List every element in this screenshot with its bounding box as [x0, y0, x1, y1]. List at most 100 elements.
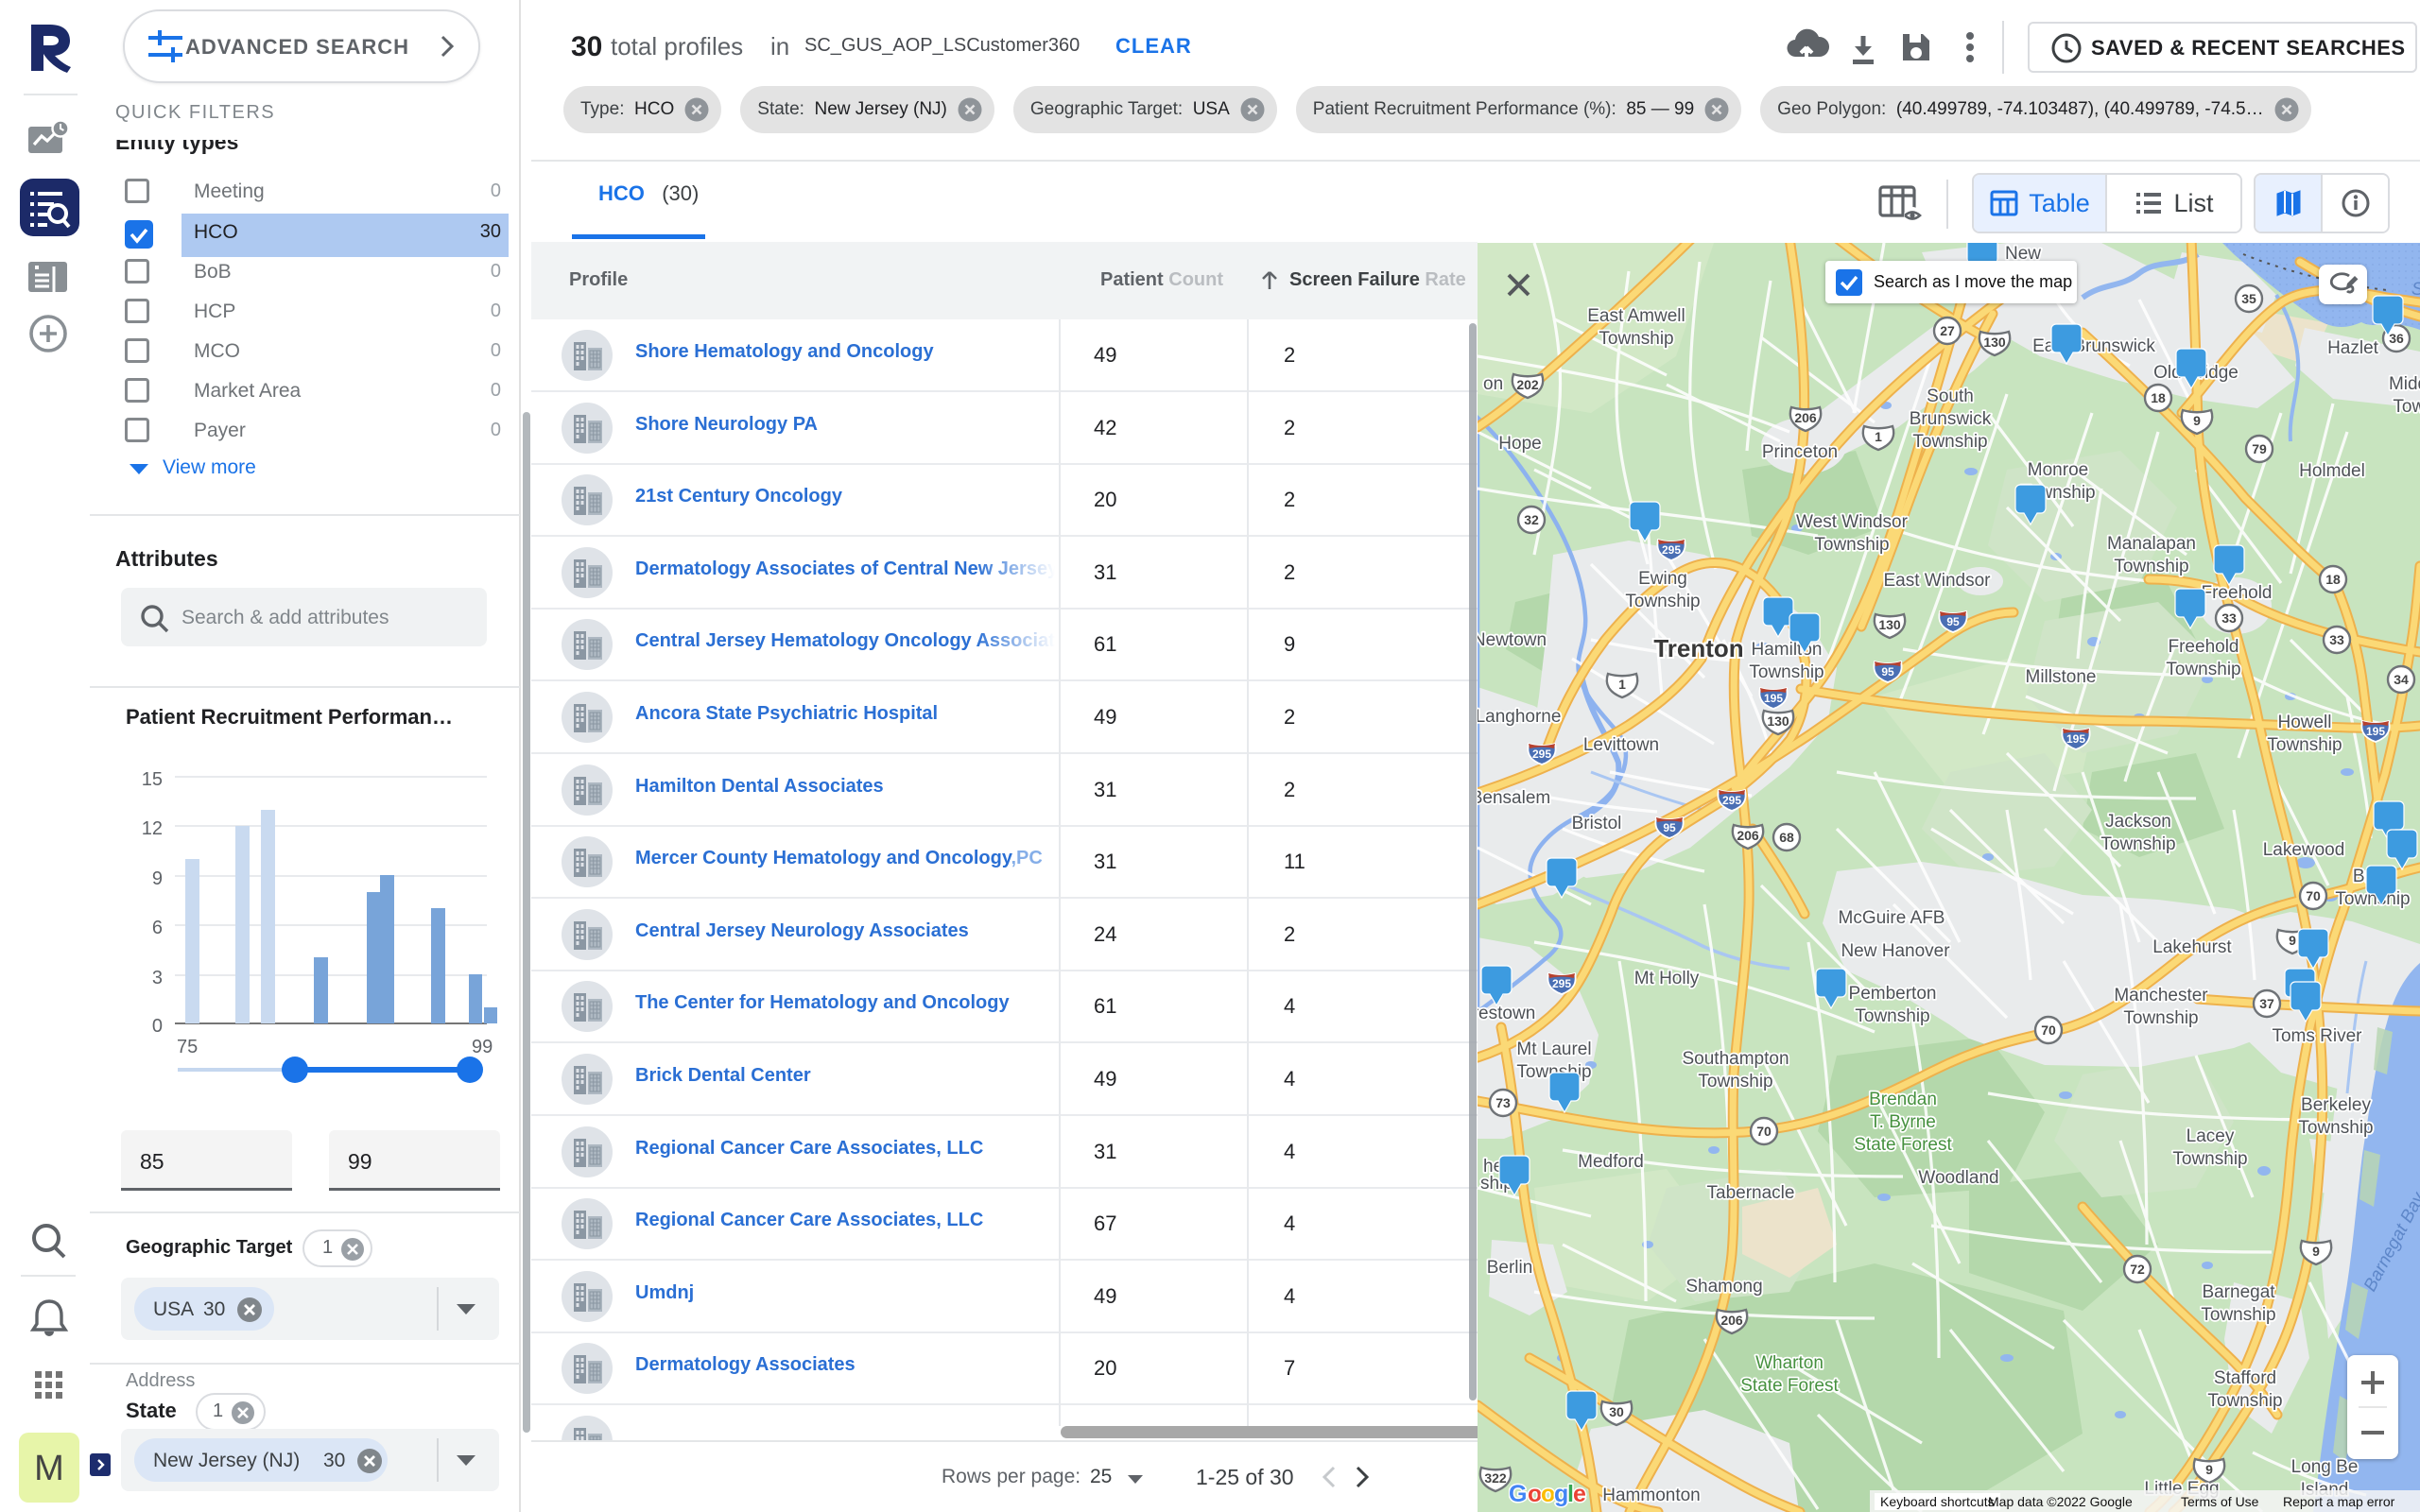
svg-text:Bensalem: Bensalem — [1478, 788, 1550, 808]
svg-text:195: 195 — [1764, 692, 1783, 705]
svg-text:322: 322 — [1484, 1470, 1507, 1486]
svg-text:Township: Township — [2166, 660, 2240, 679]
svg-text:State Forest: State Forest — [1740, 1376, 1839, 1396]
svg-text:Shamong: Shamong — [1685, 1277, 1762, 1297]
svg-text:Jackson: Jackson — [2105, 812, 2171, 832]
svg-text:New Hanover: New Hanover — [1841, 941, 1950, 961]
svg-text:Township: Township — [2172, 1149, 2247, 1169]
svg-text:130: 130 — [1767, 713, 1789, 729]
svg-text:Township: Township — [1625, 592, 1700, 611]
svg-text:30: 30 — [1609, 1404, 1624, 1419]
svg-text:on: on — [1483, 374, 1503, 394]
svg-text:Stafford: Stafford — [2214, 1368, 2276, 1388]
svg-text:95: 95 — [1663, 821, 1676, 834]
svg-text:70: 70 — [2041, 1022, 2056, 1038]
svg-text:Township: Township — [1912, 432, 1987, 452]
svg-text:9: 9 — [2289, 933, 2296, 948]
svg-text:Ewing: Ewing — [1638, 569, 1687, 589]
svg-text:Mt Holly: Mt Holly — [1634, 969, 1700, 988]
svg-text:Howell: Howell — [2277, 713, 2331, 732]
svg-text:South: South — [1927, 387, 1974, 406]
svg-text:State Forest: State Forest — [1854, 1135, 1952, 1155]
svg-text:Long Be: Long Be — [2291, 1457, 2359, 1477]
svg-text:18: 18 — [2325, 572, 2341, 587]
svg-text:Manalapan: Manalapan — [2107, 534, 2196, 554]
svg-text:Hazlet: Hazlet — [2327, 338, 2379, 358]
svg-text:Brendan: Brendan — [1869, 1090, 1937, 1109]
svg-text:Tabernacle: Tabernacle — [1707, 1183, 1795, 1203]
svg-text:Medford: Medford — [1578, 1152, 1644, 1172]
svg-text:Southampton: Southampton — [1682, 1049, 1789, 1069]
svg-text:Township: Township — [2114, 557, 2188, 576]
svg-text:9: 9 — [2193, 413, 2201, 428]
svg-text:Township: Township — [2123, 1008, 2198, 1028]
svg-text:Hope: Hope — [1498, 434, 1541, 454]
svg-text:Millstone: Millstone — [2026, 667, 2097, 687]
svg-text:295: 295 — [1532, 747, 1551, 761]
svg-text:Middletown: Middletown — [2389, 374, 2420, 394]
svg-text:34: 34 — [2394, 672, 2409, 687]
svg-text:G: G — [1509, 1481, 1527, 1507]
svg-text:East Windsor: East Windsor — [1884, 571, 1992, 591]
svg-text:Barnegat: Barnegat — [2202, 1282, 2275, 1302]
svg-text:72: 72 — [2130, 1262, 2145, 1277]
svg-text:Princeton: Princeton — [1762, 442, 1838, 462]
svg-text:Newtown: Newtown — [1478, 630, 1547, 650]
svg-text:206: 206 — [1720, 1313, 1743, 1328]
svg-text:32: 32 — [1524, 512, 1539, 527]
svg-text:6: 6 — [152, 918, 163, 938]
svg-text:Mt Laurel: Mt Laurel — [1516, 1040, 1591, 1059]
svg-text:Woodland: Woodland — [1918, 1168, 1998, 1188]
svg-text:9: 9 — [2312, 1244, 2320, 1259]
svg-text:M: M — [34, 1449, 64, 1488]
svg-text:1: 1 — [1875, 429, 1882, 444]
svg-text:West Windsor: West Windsor — [1796, 512, 1909, 532]
svg-text:79: 79 — [2252, 441, 2267, 456]
svg-text:9: 9 — [152, 868, 163, 889]
svg-text:Township: Township — [2393, 397, 2420, 417]
svg-text:Manchester: Manchester — [2114, 986, 2208, 1005]
svg-text:o: o — [1528, 1481, 1542, 1507]
svg-text:Lakewood: Lakewood — [2263, 840, 2345, 860]
svg-text:70: 70 — [1756, 1124, 1772, 1139]
svg-text:Wharton: Wharton — [1755, 1353, 1824, 1373]
svg-text:Pemberton: Pemberton — [1849, 984, 1937, 1004]
svg-text:202: 202 — [1516, 377, 1539, 392]
svg-text:Township: Township — [2298, 1118, 2373, 1138]
svg-text:0: 0 — [152, 1016, 163, 1037]
svg-text:g: g — [1554, 1481, 1568, 1507]
svg-text:Township: Township — [1855, 1006, 1929, 1026]
svg-text:206: 206 — [1794, 410, 1817, 425]
svg-text:295: 295 — [1662, 543, 1681, 557]
svg-text:295: 295 — [1552, 977, 1571, 990]
svg-text:36: 36 — [2389, 331, 2404, 346]
svg-text:27: 27 — [1940, 323, 1955, 338]
svg-text:Township: Township — [1599, 329, 1673, 349]
svg-text:Bristol: Bristol — [1572, 814, 1622, 833]
svg-text:McGuire AFB: McGuire AFB — [1839, 908, 1945, 928]
svg-text:1: 1 — [1618, 677, 1626, 692]
svg-text:95: 95 — [1946, 615, 1960, 628]
svg-text:o: o — [1541, 1481, 1555, 1507]
svg-text:restown: restown — [1478, 1004, 1535, 1023]
svg-text:Trenton: Trenton — [1653, 634, 1743, 662]
svg-text:Township: Township — [1698, 1072, 1772, 1091]
svg-text:3: 3 — [152, 968, 163, 988]
svg-text:Langhorne: Langhorne — [1478, 707, 1561, 727]
svg-text:130: 130 — [1878, 617, 1901, 632]
svg-text:68: 68 — [1779, 830, 1794, 845]
svg-text:Township: Township — [2201, 1305, 2275, 1325]
svg-text:Toms River: Toms River — [2272, 1026, 2362, 1046]
svg-text:295: 295 — [1722, 794, 1741, 807]
svg-text:Hammonton: Hammonton — [1602, 1486, 1701, 1505]
svg-text:Township: Township — [1749, 662, 1824, 682]
svg-text:9: 9 — [2205, 1462, 2213, 1477]
svg-text:70: 70 — [2306, 888, 2321, 903]
svg-text:195: 195 — [2366, 725, 2385, 738]
svg-text:Lakehurst: Lakehurst — [2152, 937, 2232, 957]
svg-text:15: 15 — [142, 769, 163, 790]
svg-text:73: 73 — [1495, 1095, 1511, 1110]
svg-text:e: e — [1573, 1481, 1586, 1507]
svg-text:S: S — [2411, 280, 2420, 300]
svg-text:130: 130 — [1983, 335, 2006, 350]
